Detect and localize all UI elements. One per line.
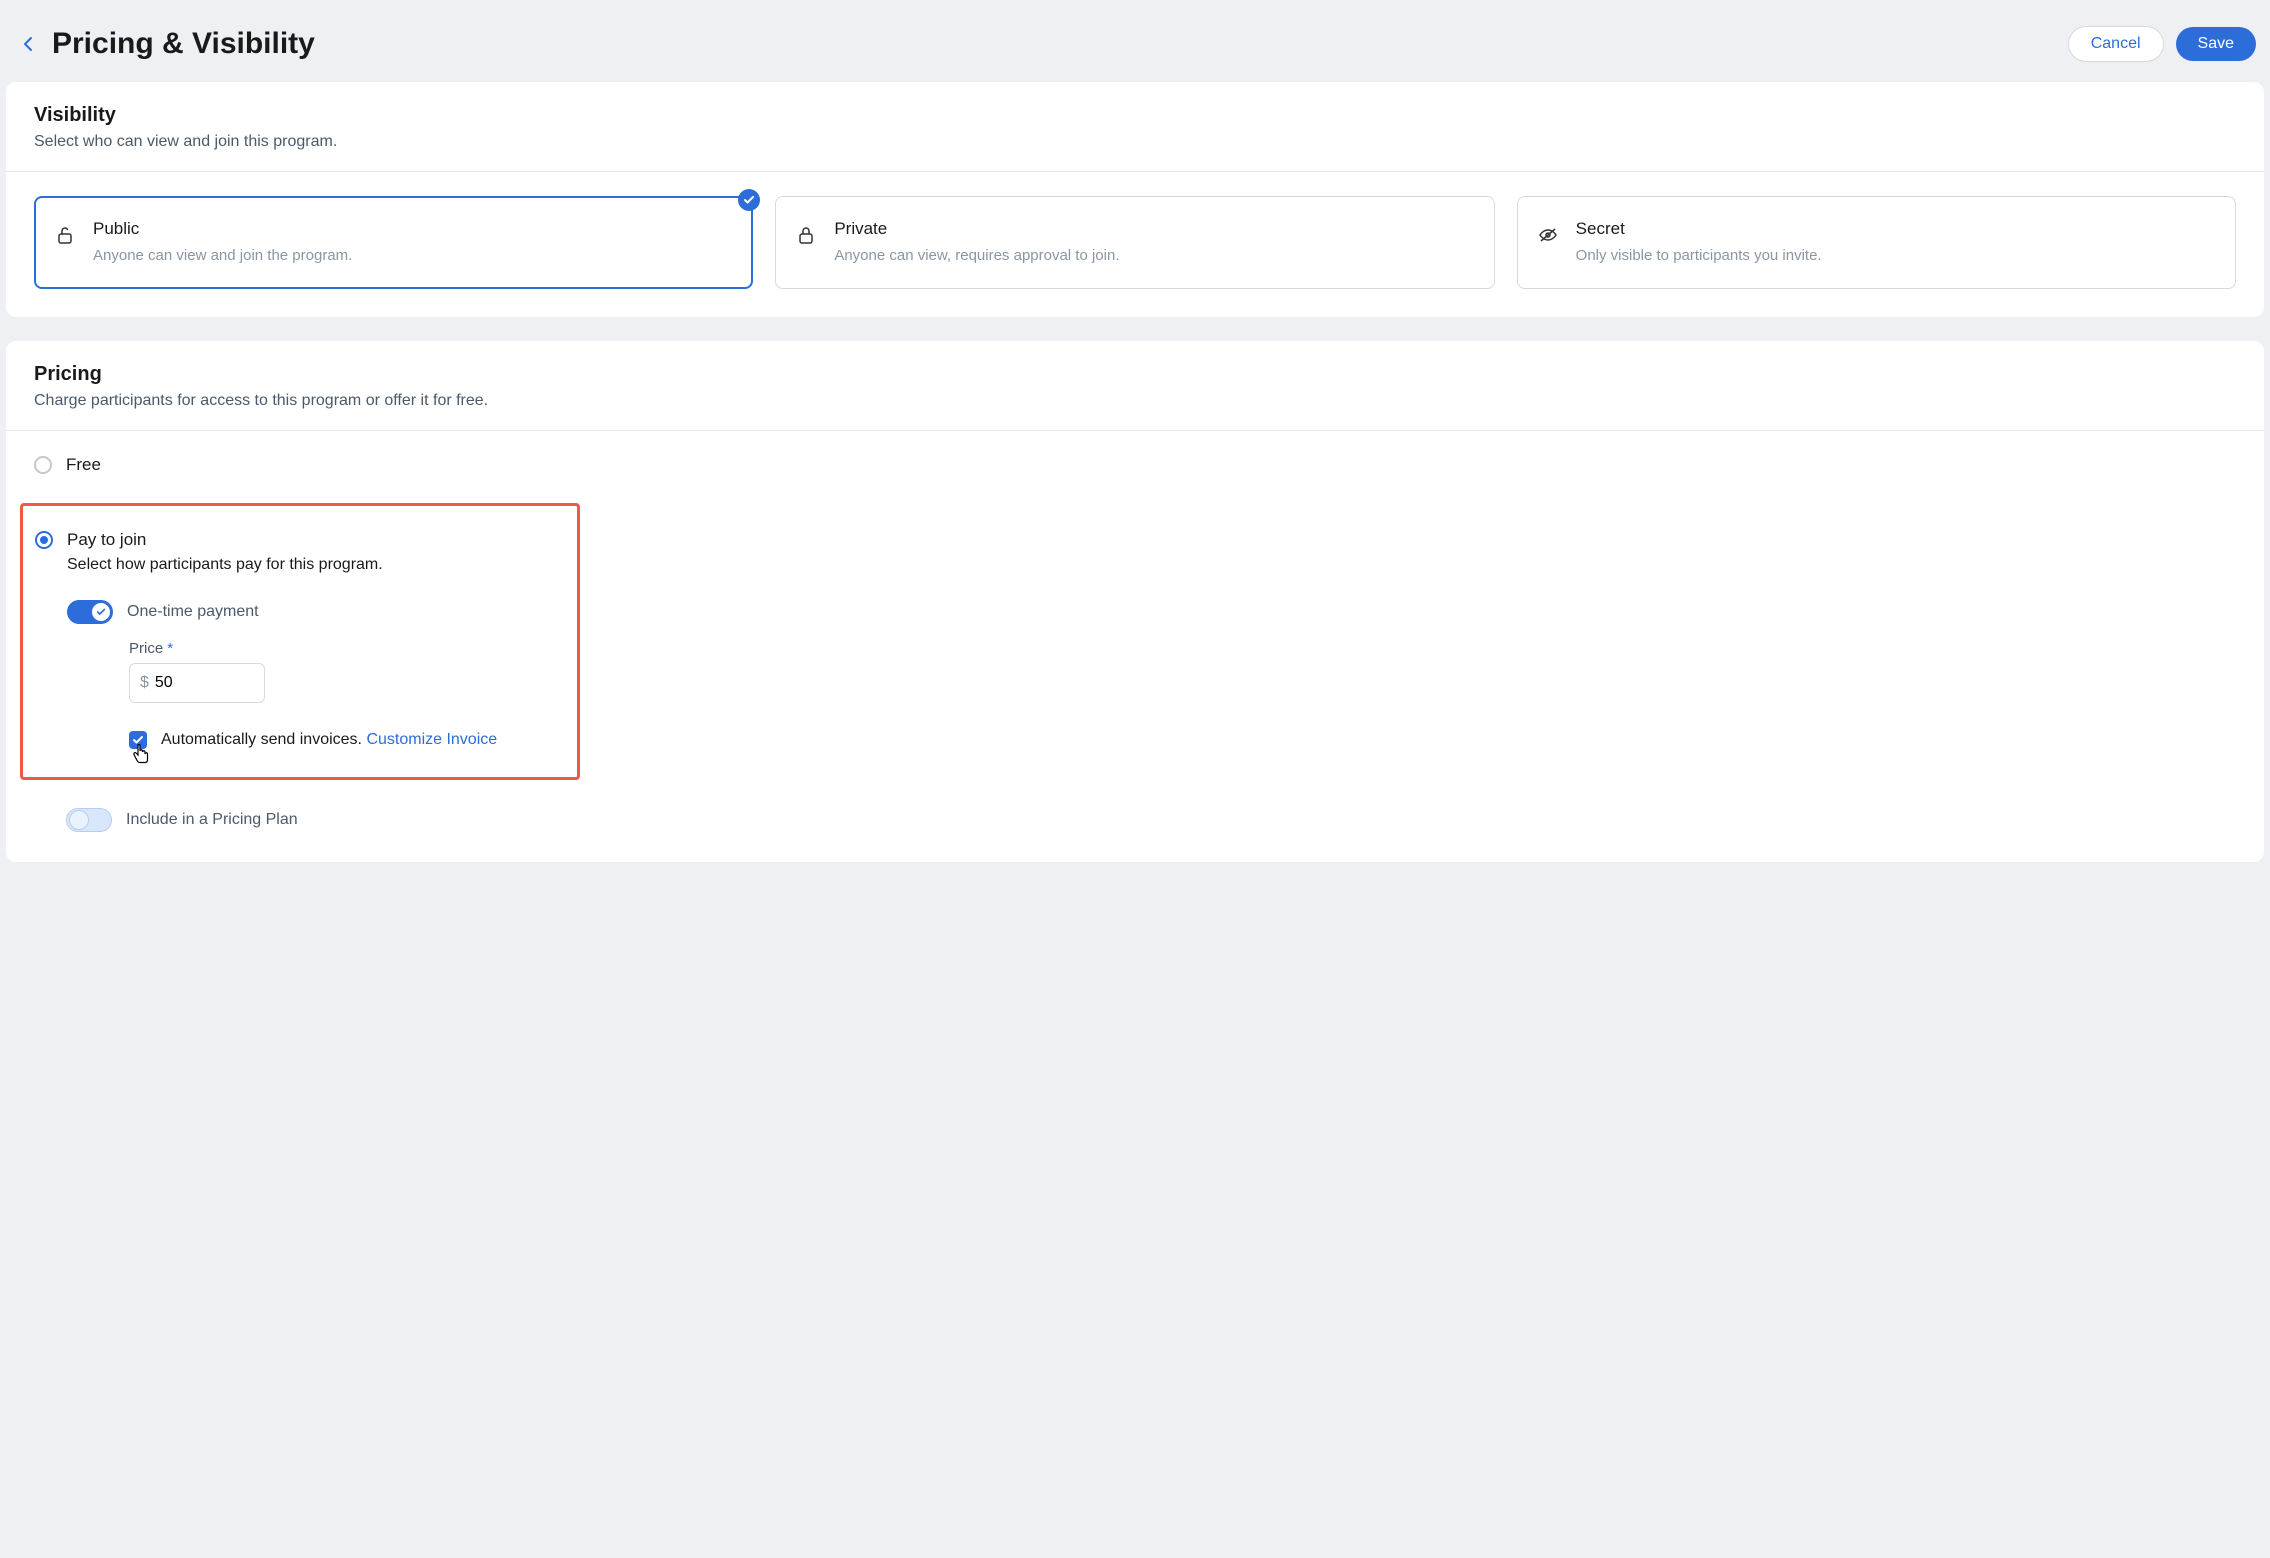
back-button[interactable]	[16, 32, 40, 56]
option-title: Secret	[1576, 219, 2213, 239]
visibility-option-private[interactable]: Private Anyone can view, requires approv…	[775, 196, 1494, 289]
customize-invoice-link[interactable]: Customize Invoice	[366, 731, 497, 748]
cancel-button[interactable]: Cancel	[2068, 26, 2164, 62]
visibility-subtitle: Select who can view and join this progra…	[34, 133, 2236, 151]
visibility-option-public[interactable]: Public Anyone can view and join the prog…	[34, 196, 753, 289]
save-button[interactable]: Save	[2176, 27, 2256, 61]
eye-off-icon	[1538, 225, 1558, 245]
auto-invoice-label: Automatically send invoices. Customize I…	[161, 731, 497, 749]
visibility-title: Visibility	[34, 104, 2236, 127]
radio-pay-label: Pay to join	[67, 530, 146, 550]
unlock-icon	[55, 225, 75, 245]
selected-check-badge	[738, 189, 760, 211]
pricing-card: Pricing Charge participants for access t…	[6, 341, 2264, 862]
radio-free-label: Free	[66, 455, 101, 475]
radio-free[interactable]	[34, 456, 52, 474]
pricing-option-pay[interactable]: Pay to join	[35, 530, 557, 550]
check-icon	[132, 734, 144, 746]
visibility-option-secret[interactable]: Secret Only visible to participants you …	[1517, 196, 2236, 289]
price-input-wrap[interactable]: $	[129, 663, 265, 703]
option-desc: Anyone can view, requires approval to jo…	[834, 245, 1471, 266]
price-input[interactable]	[155, 674, 254, 692]
auto-invoice-checkbox[interactable]	[129, 731, 147, 749]
pay-subtitle: Select how participants pay for this pro…	[67, 556, 557, 574]
visibility-card: Visibility Select who can view and join …	[6, 82, 2264, 317]
check-icon	[96, 607, 106, 617]
option-title: Public	[93, 219, 730, 239]
option-desc: Anyone can view and join the program.	[93, 245, 730, 266]
include-pricing-plan-toggle[interactable]	[66, 808, 112, 832]
check-icon	[743, 194, 755, 206]
page-title: Pricing & Visibility	[52, 27, 2068, 61]
chevron-left-icon	[22, 36, 34, 52]
include-pricing-plan-label: Include in a Pricing Plan	[126, 811, 298, 829]
pricing-option-free[interactable]: Free	[34, 455, 2236, 475]
pricing-title: Pricing	[34, 363, 2236, 386]
option-title: Private	[834, 219, 1471, 239]
page-header: Pricing & Visibility Cancel Save	[6, 6, 2264, 82]
currency-symbol: $	[140, 674, 149, 692]
lock-icon	[796, 225, 816, 245]
pricing-subtitle: Charge participants for access to this p…	[34, 392, 2236, 410]
pay-to-join-highlight: Pay to join Select how participants pay …	[20, 503, 580, 780]
one-time-payment-label: One-time payment	[127, 603, 259, 621]
price-label: Price*	[129, 640, 557, 657]
option-desc: Only visible to participants you invite.	[1576, 245, 2213, 266]
one-time-payment-toggle[interactable]	[67, 600, 113, 624]
radio-pay[interactable]	[35, 531, 53, 549]
